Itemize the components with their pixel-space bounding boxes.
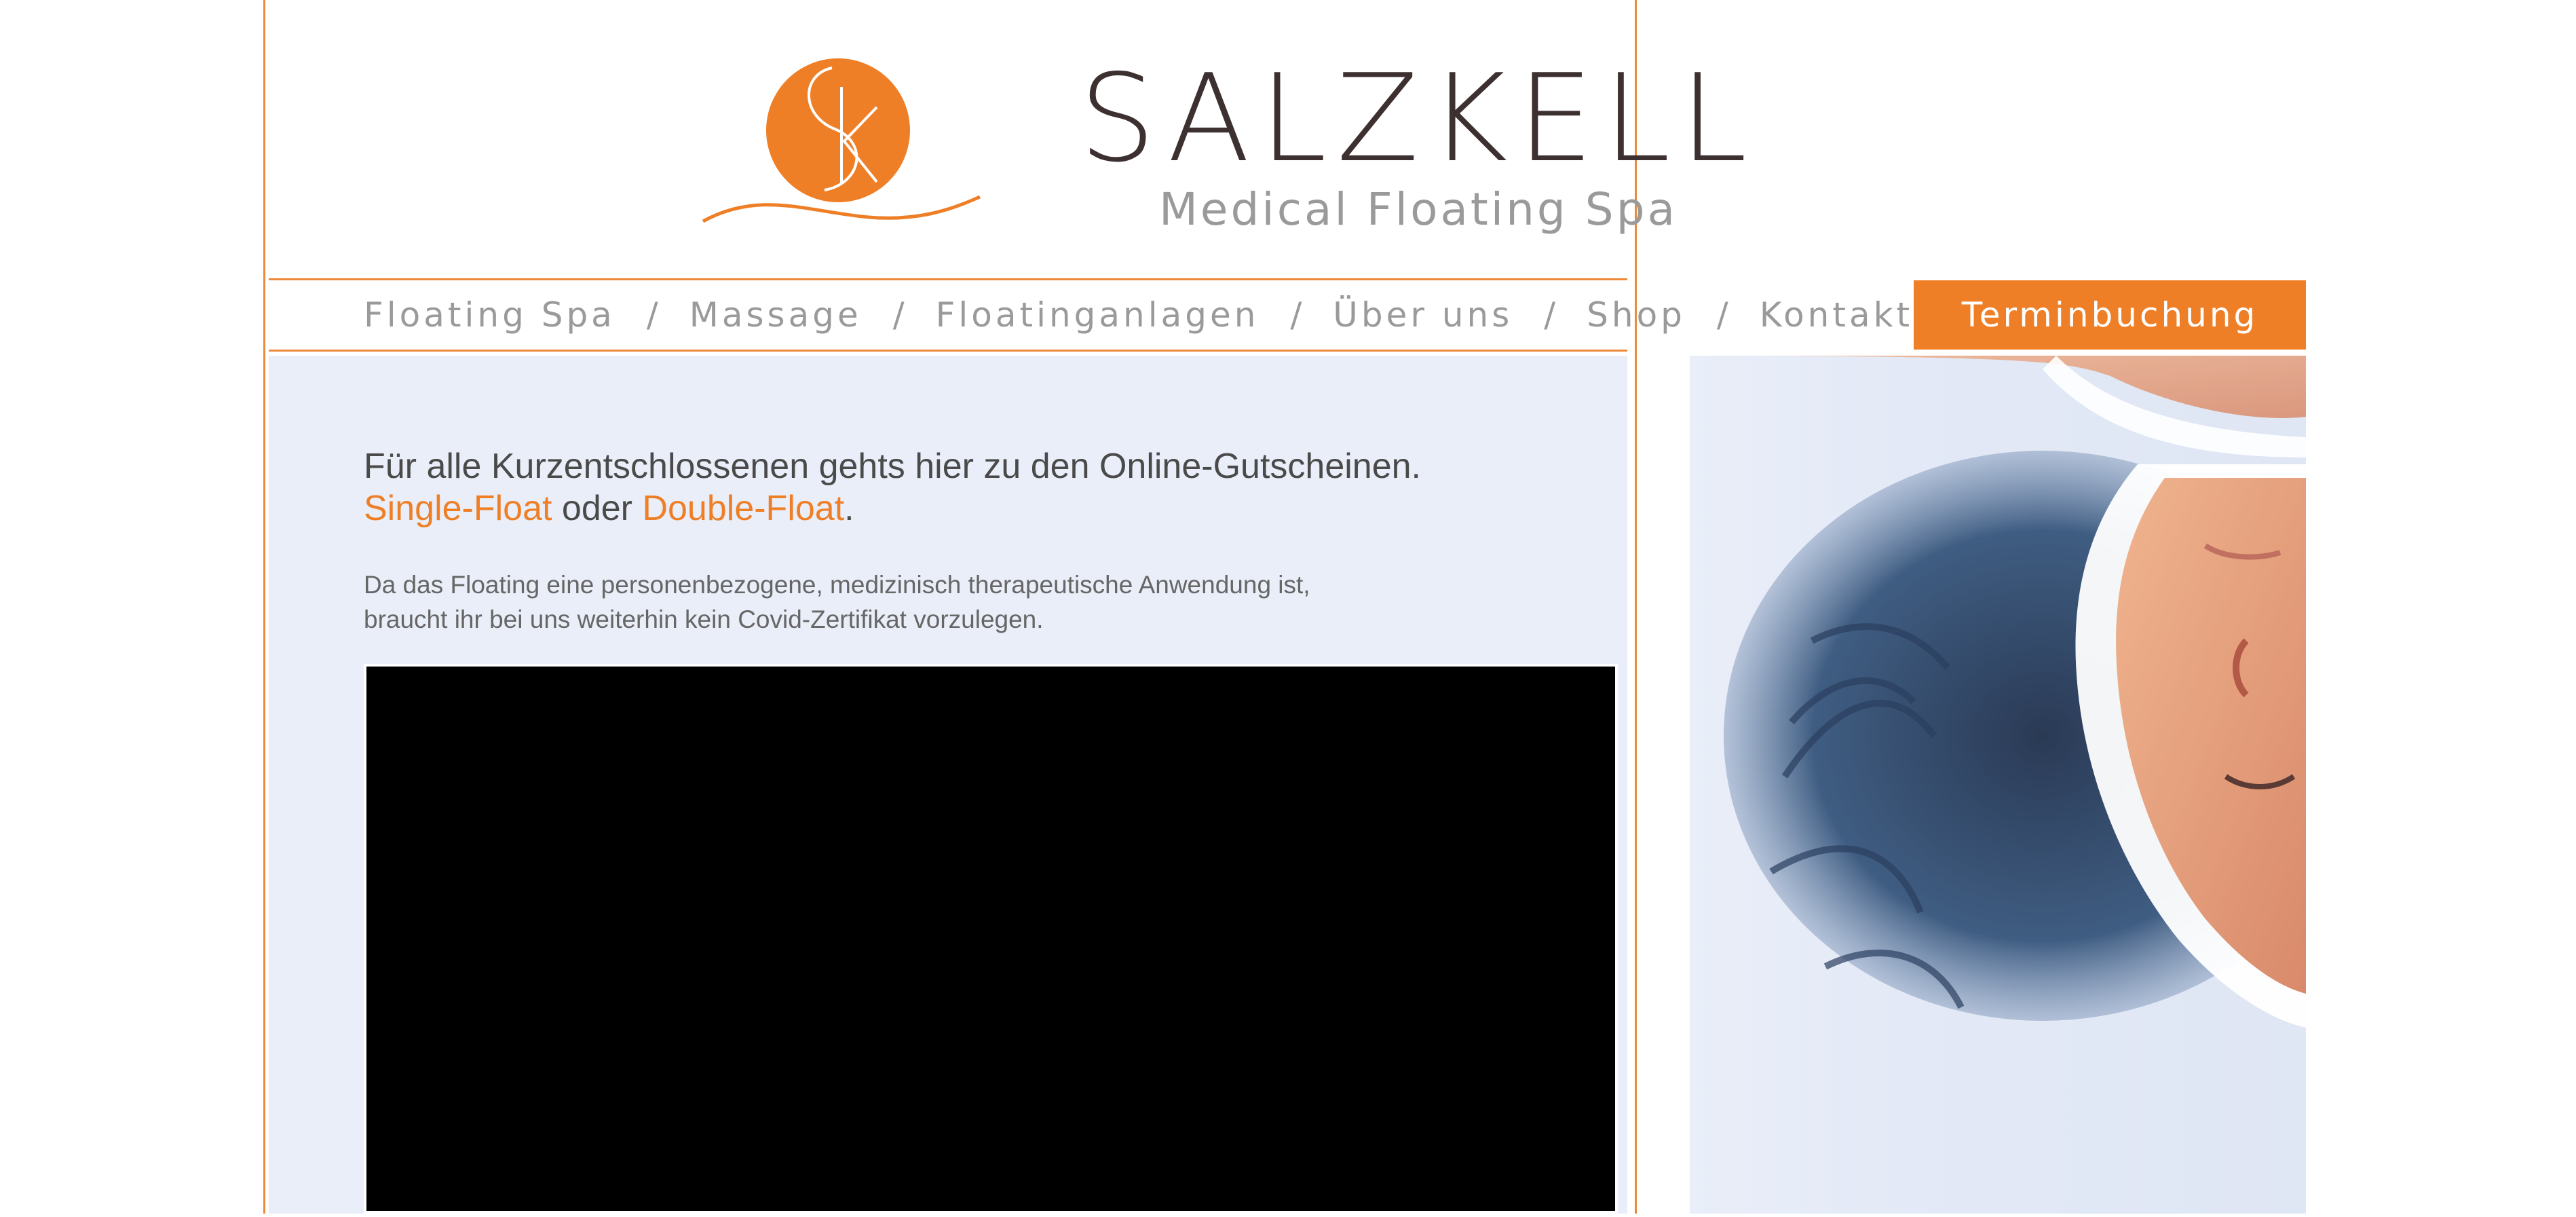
- single-float-link[interactable]: Single-Float: [364, 489, 552, 528]
- covid-notice: Da das Floating eine personenbezogene, m…: [364, 567, 1450, 637]
- nav-item-floating-spa[interactable]: Floating Spa: [364, 295, 615, 335]
- notice-line-2: braucht ihr bei uns weiterhin kein Covid…: [364, 605, 1044, 633]
- main-navigation: Floating Spa / Massage / Floatinganlagen…: [269, 278, 1910, 352]
- double-float-link[interactable]: Double-Float: [642, 489, 844, 528]
- nav-item-ueber-uns[interactable]: Über uns: [1333, 295, 1513, 335]
- booking-button[interactable]: Terminbuchung: [1914, 280, 2306, 350]
- logo[interactable]: [699, 54, 984, 231]
- wordmark-text: SALZKELLER: [1079, 48, 1758, 183]
- headline-text: Für alle Kurzentschlossenen gehts hier z…: [364, 447, 1421, 486]
- nav-separator: /: [646, 295, 658, 335]
- hero-photo-floating-woman: [1690, 356, 2362, 1214]
- video-player[interactable]: [364, 664, 1618, 1214]
- nav-separator: /: [1544, 295, 1556, 335]
- notice-line-1: Da das Floating eine personenbezogene, m…: [364, 571, 1310, 599]
- sk-logo-icon: [702, 58, 981, 223]
- voucher-headline: Für alle Kurzentschlossenen gehts hier z…: [364, 445, 1585, 529]
- link-end: .: [844, 489, 854, 528]
- salzkeller-wordmark: SALZKELLER: [1079, 48, 1927, 189]
- nav-separator: /: [1290, 295, 1302, 335]
- hero-photo-illustration: [1690, 356, 2362, 1214]
- nav-separator: /: [892, 295, 905, 335]
- nav-item-massage[interactable]: Massage: [689, 295, 862, 335]
- brand-tagline: Medical Floating Spa: [1158, 183, 1678, 236]
- nav-item-shop[interactable]: Shop: [1587, 295, 1686, 335]
- voucher-links: Single-Float oder Double-Float.: [364, 487, 1585, 529]
- nav-item-kontakt[interactable]: Kontakt: [1760, 295, 1913, 335]
- video-screen[interactable]: [366, 667, 1615, 1211]
- link-connector: oder: [552, 489, 643, 528]
- nav-items: Floating Spa / Massage / Floatinganlagen…: [364, 280, 1913, 350]
- nav-separator: /: [1716, 295, 1728, 335]
- brand-wordmark[interactable]: SALZKELLER: [1079, 41, 1927, 189]
- nav-item-floatinganlagen[interactable]: Floatinganlagen: [936, 295, 1259, 335]
